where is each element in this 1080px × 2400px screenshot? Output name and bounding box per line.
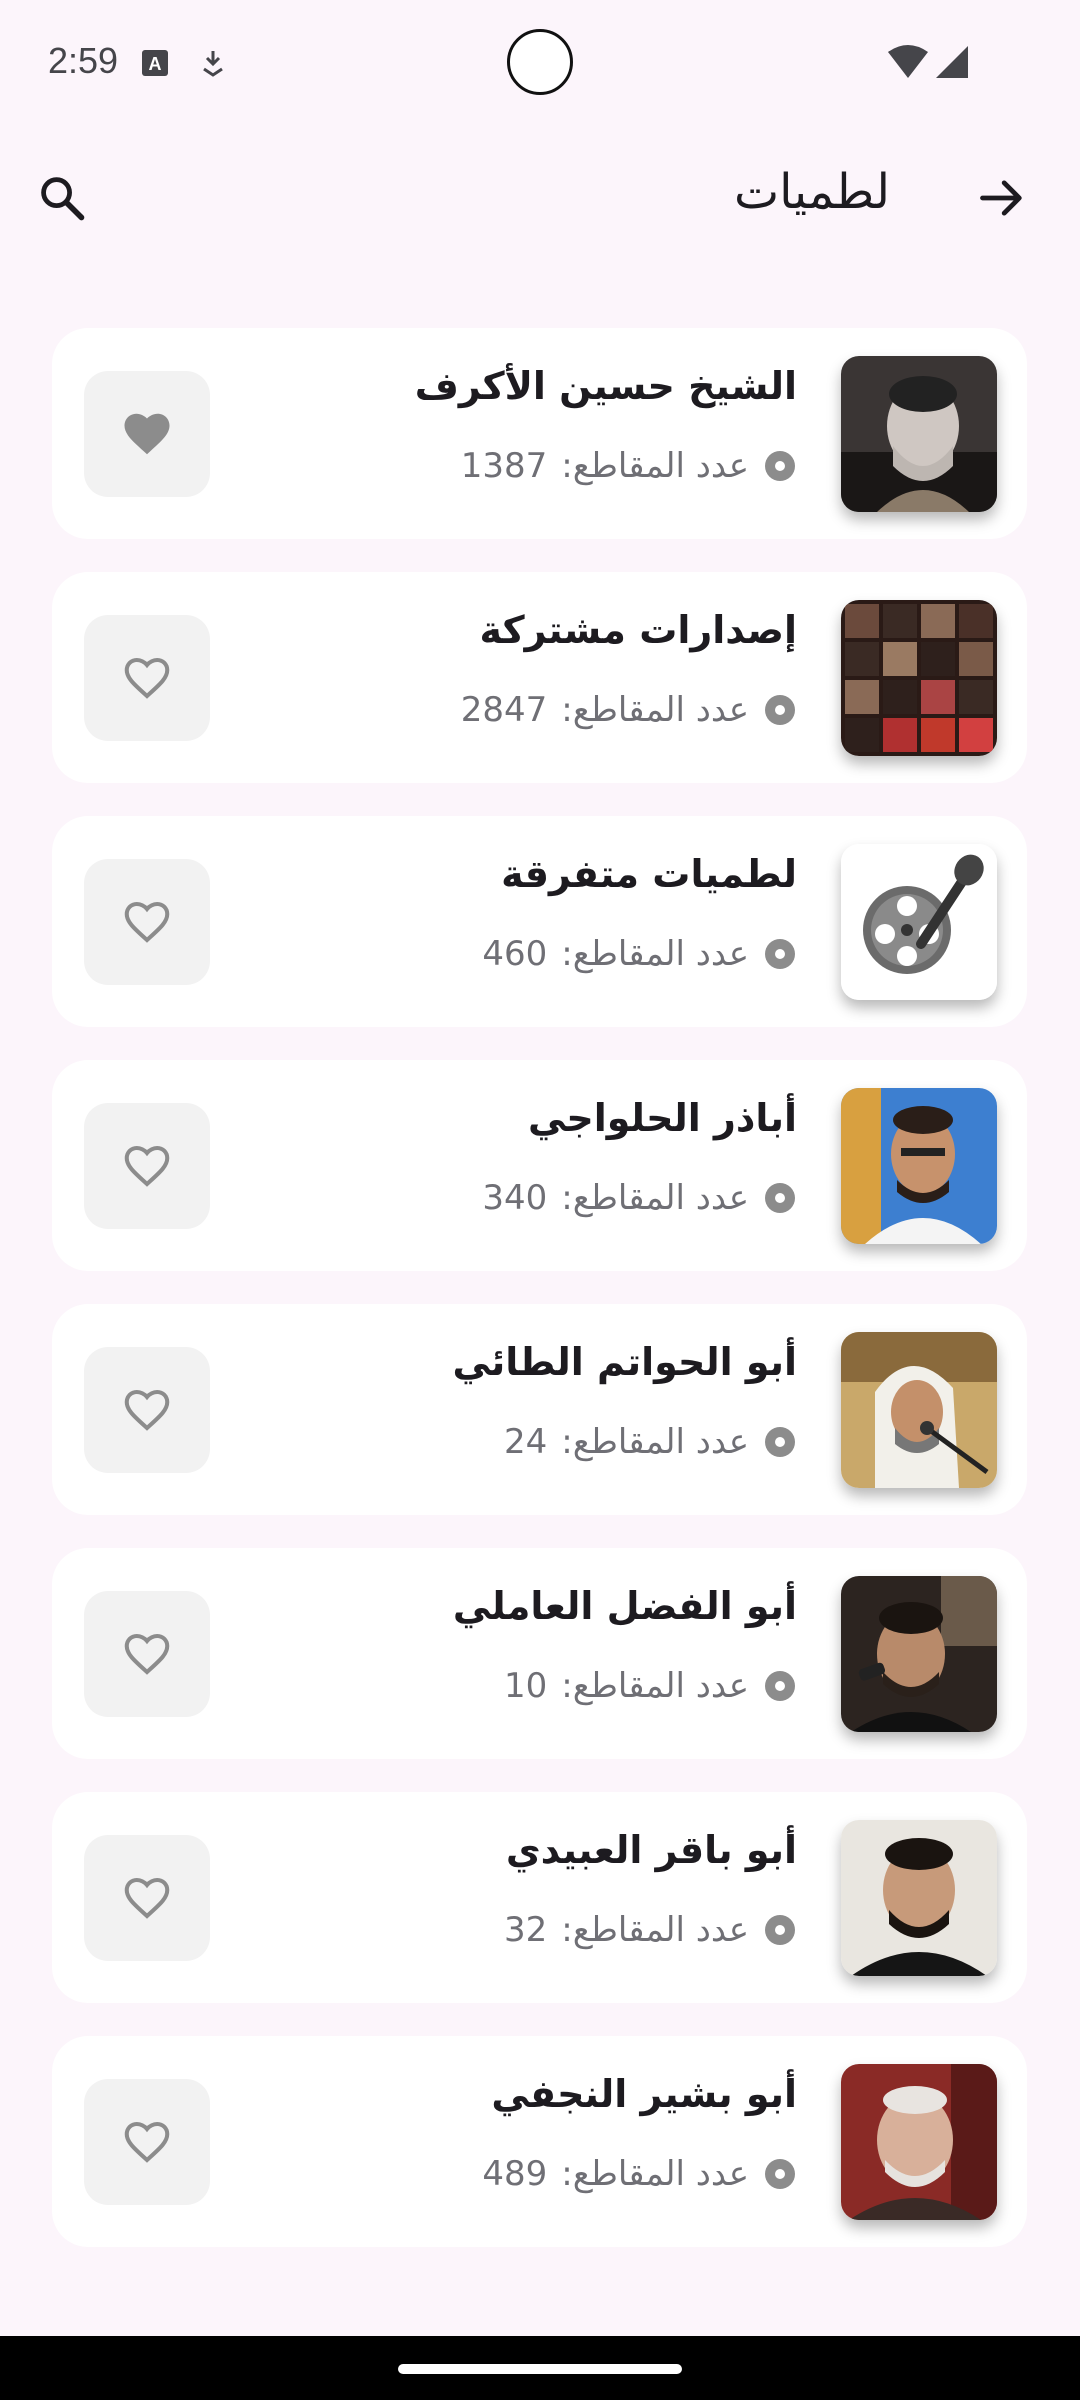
- wifi-icon: [888, 45, 928, 78]
- heart-outline-icon: [124, 1145, 170, 1187]
- count-icon: [765, 1915, 795, 1945]
- item-title: إصدارات مشتركة: [479, 608, 797, 652]
- item-title: أبو الحواتم الطائي: [452, 1340, 797, 1384]
- item-meta: عدد المقاطع: 460: [482, 934, 797, 974]
- item-meta: عدد المقاطع: 24: [504, 1422, 797, 1462]
- count-icon: [765, 1183, 795, 1213]
- back-button[interactable]: [970, 166, 1034, 230]
- heart-outline-icon: [124, 657, 170, 699]
- count-icon: [765, 1427, 795, 1457]
- item-title: أبو الفضل العاملي: [452, 1584, 797, 1628]
- favorite-button[interactable]: [84, 1835, 210, 1961]
- count-label: عدد المقاطع:: [561, 446, 749, 486]
- signal-icon: [936, 46, 968, 78]
- count-icon: [765, 695, 795, 725]
- system-nav-bar: [0, 2336, 1080, 2400]
- arrow-forward-icon: [980, 180, 1022, 216]
- count-icon: [765, 1671, 795, 1701]
- count-value: 489: [482, 2154, 548, 2194]
- svg-text:A: A: [149, 54, 162, 74]
- count-label: عدد المقاطع:: [561, 1666, 749, 1706]
- count-value: 460: [482, 934, 548, 974]
- camera-cutout: [507, 29, 573, 95]
- count-value: 10: [504, 1666, 548, 1706]
- status-time: 2:59: [48, 40, 119, 81]
- item-title: الشيخ حسين الأكرف: [414, 364, 797, 408]
- page-title: لطميات: [733, 164, 890, 220]
- avatar: [841, 2064, 997, 2220]
- count-label: عدد المقاطع:: [561, 1910, 749, 1950]
- heart-outline-icon: [124, 2121, 170, 2163]
- count-label: عدد المقاطع:: [561, 2154, 749, 2194]
- search-button[interactable]: [30, 166, 94, 230]
- heart-outline-icon: [124, 1877, 170, 1919]
- status-bar: 2:59 A: [0, 0, 1080, 130]
- avatar: [841, 356, 997, 512]
- item-title: أباذر الحلواجي: [527, 1096, 797, 1140]
- item-title: لطميات متفرقة: [501, 852, 797, 896]
- count-icon: [765, 939, 795, 969]
- avatar: [841, 1332, 997, 1488]
- heart-outline-icon: [124, 901, 170, 943]
- list-item[interactable]: الشيخ حسين الأكرف عدد المقاطع: 1387: [52, 328, 1027, 539]
- item-meta: عدد المقاطع: 10: [504, 1666, 797, 1706]
- heart-filled-icon: [124, 413, 170, 455]
- list-item[interactable]: أبو الحواتم الطائي عدد المقاطع: 24: [52, 1304, 1027, 1515]
- list-item[interactable]: أبو باقر العبيدي عدد المقاطع: 32: [52, 1792, 1027, 2003]
- favorite-button[interactable]: [84, 1591, 210, 1717]
- item-title: أبو بشير النجفي: [491, 2072, 797, 2116]
- count-icon: [765, 2159, 795, 2189]
- count-icon: [765, 451, 795, 481]
- favorite-button[interactable]: [84, 371, 210, 497]
- avatar: [841, 1576, 997, 1732]
- home-gesture-handle[interactable]: [398, 2364, 682, 2374]
- count-value: 24: [504, 1422, 548, 1462]
- avatar: [841, 1820, 997, 1976]
- count-label: عدد المقاطع:: [561, 934, 749, 974]
- item-meta: عدد المقاطع: 2847: [461, 690, 797, 730]
- count-label: عدد المقاطع:: [561, 1422, 749, 1462]
- list-item[interactable]: أبو بشير النجفي عدد المقاطع: 489: [52, 2036, 1027, 2247]
- app-bar: لطميات: [0, 150, 1080, 250]
- avatar: [841, 1088, 997, 1244]
- list-item[interactable]: لطميات متفرقة عدد المقاطع: 460: [52, 816, 1027, 1027]
- list-item[interactable]: أبو الفضل العاملي عدد المقاطع: 10: [52, 1548, 1027, 1759]
- item-meta: عدد المقاطع: 32: [504, 1910, 797, 1950]
- count-value: 340: [482, 1178, 548, 1218]
- count-label: عدد المقاطع:: [561, 690, 749, 730]
- item-title: أبو باقر العبيدي: [505, 1828, 797, 1872]
- item-meta: عدد المقاطع: 340: [482, 1178, 797, 1218]
- search-icon: [41, 177, 85, 221]
- avatar: [841, 600, 997, 756]
- count-value: 1387: [460, 446, 548, 486]
- favorite-button[interactable]: [84, 615, 210, 741]
- list-item[interactable]: إصدارات مشتركة عدد المقاطع: 2847: [52, 572, 1027, 783]
- favorite-button[interactable]: [84, 1103, 210, 1229]
- item-meta: عدد المقاطع: 489: [482, 2154, 797, 2194]
- download-notification-icon: [203, 51, 223, 77]
- item-meta: عدد المقاطع: 1387: [461, 446, 797, 486]
- list-item[interactable]: أباذر الحلواجي عدد المقاطع: 340: [52, 1060, 1027, 1271]
- count-value: 2847: [460, 690, 548, 730]
- favorite-button[interactable]: [84, 2079, 210, 2205]
- artist-list: الشيخ حسين الأكرف عدد المقاطع: 1387 إصدا…: [52, 328, 1027, 2280]
- heart-outline-icon: [124, 1633, 170, 1675]
- count-value: 32: [504, 1910, 548, 1950]
- favorite-button[interactable]: [84, 859, 210, 985]
- keyboard-notification-icon: A: [142, 50, 168, 76]
- count-label: عدد المقاطع:: [561, 1178, 749, 1218]
- avatar: [841, 844, 997, 1000]
- heart-outline-icon: [124, 1389, 170, 1431]
- favorite-button[interactable]: [84, 1347, 210, 1473]
